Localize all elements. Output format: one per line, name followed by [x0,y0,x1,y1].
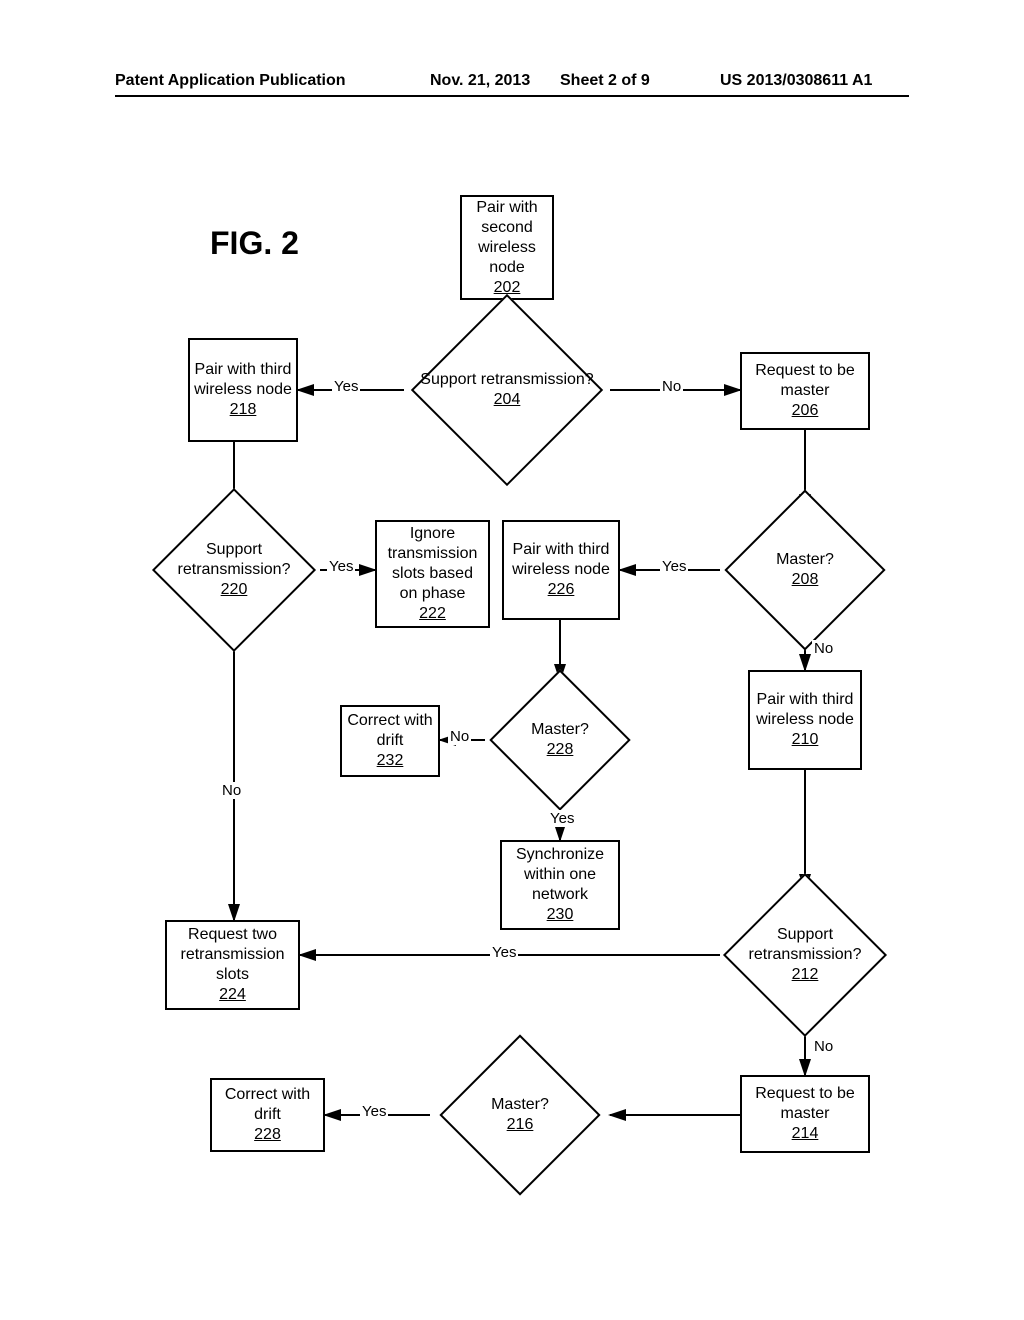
edge-label-yes: Yes [360,1103,388,1120]
edge-label-yes: Yes [327,558,355,575]
edge-label-no: No [220,782,243,799]
decision-support-retransmission-212: Support retransmission? 212 [720,890,890,1020]
edge-label-no: No [448,728,471,745]
header-sheet: Sheet 2 of 9 [560,72,650,90]
node-text: Support retransmission? [420,370,593,390]
node-text: Support retransmission? [148,540,320,580]
node-text: Synchronize within one network [506,845,614,905]
decision-master-228: Master? 228 [485,680,635,800]
node-ref: 214 [792,1124,819,1144]
node-ref: 228 [254,1125,281,1145]
node-text: Master? [531,720,589,740]
process-synchronize-230: Synchronize within one network 230 [500,840,620,930]
node-text: Master? [776,550,834,570]
edge-label-no: No [812,1038,835,1055]
header-left: Patent Application Publication [115,72,346,90]
process-request-two-slots-224: Request two retransmission slots 224 [165,920,300,1010]
node-text: Support retransmission? [720,925,890,965]
node-text: Request two retransmission slots [171,925,294,985]
node-text: Request to be master [746,361,864,401]
node-ref: 208 [792,570,819,590]
edge-label-no: No [812,640,835,657]
header-rule [115,95,909,97]
node-ref: 212 [792,965,819,985]
node-ref: 220 [221,580,248,600]
decision-master-208: Master? 208 [720,510,890,630]
node-text: Pair with second wireless node [466,198,548,278]
process-correct-drift-228b: Correct with drift 228 [210,1078,325,1152]
figure-label: FIG. 2 [210,225,299,262]
node-text: Pair with third wireless node [194,360,292,400]
node-ref: 206 [792,401,819,421]
node-text: Ignore transmission slots based on phase [381,524,484,604]
node-ref: 228 [547,740,574,760]
edge-label-yes: Yes [332,378,360,395]
decision-support-retransmission-220: Support retransmission? 220 [148,510,320,630]
edge-label-yes: Yes [490,944,518,961]
process-pair-third-node-210: Pair with third wireless node 210 [748,670,862,770]
edge-label-no: No [660,378,683,395]
node-ref: 216 [507,1115,534,1135]
node-text: Request to be master [746,1084,864,1124]
process-correct-drift-232: Correct with drift 232 [340,705,440,777]
decision-master-216: Master? 216 [430,1055,610,1175]
process-pair-third-node-218: Pair with third wireless node 218 [188,338,298,442]
decision-support-retransmission-204: Support retransmission? 204 [404,330,610,450]
edge-label-yes: Yes [548,810,576,827]
header-pubno: US 2013/0308611 A1 [720,72,872,90]
node-ref: 202 [494,278,521,298]
node-ref: 232 [377,751,404,771]
edge-label-yes: Yes [660,558,688,575]
node-ref: 218 [230,400,257,420]
node-ref: 222 [419,604,446,624]
node-text: Master? [491,1095,549,1115]
header-date: Nov. 21, 2013 [430,72,530,90]
node-text: Pair with third wireless node [508,540,614,580]
node-ref: 210 [792,730,819,750]
node-ref: 230 [547,905,574,925]
node-ref: 204 [494,390,521,410]
process-pair-third-node-226: Pair with third wireless node 226 [502,520,620,620]
node-text: Correct with drift [216,1085,319,1125]
node-ref: 226 [548,580,575,600]
process-request-master-206: Request to be master 206 [740,352,870,430]
process-ignore-slots-222: Ignore transmission slots based on phase… [375,520,490,628]
node-text: Pair with third wireless node [754,690,856,730]
node-text: Correct with drift [346,711,434,751]
node-ref: 224 [219,985,246,1005]
process-request-master-214: Request to be master 214 [740,1075,870,1153]
process-pair-second-node: Pair with second wireless node 202 [460,195,554,300]
